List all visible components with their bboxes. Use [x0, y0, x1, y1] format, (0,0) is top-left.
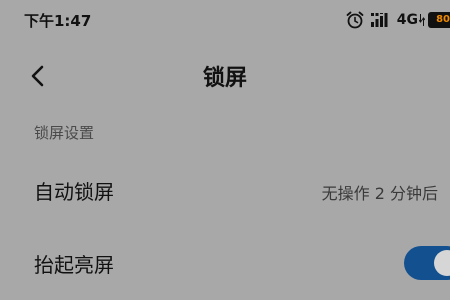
auto-lock-setting[interactable]: 自动锁屏 无操作 2 分钟后 [0, 163, 450, 219]
network-type-label: 4G [396, 12, 418, 28]
status-icons: 4G 80 [345, 9, 450, 31]
status-time: 下午1:47 [24, 12, 92, 30]
network-arrows-icon [419, 14, 425, 26]
page-header: 锁屏 [0, 52, 450, 98]
section-title: 锁屏设置 [34, 124, 95, 142]
auto-lock-value: 无操作 2 分钟后 [321, 184, 438, 203]
raise-to-wake-setting[interactable]: 抬起亮屏 [0, 236, 450, 292]
raise-to-wake-label: 抬起亮屏 [34, 253, 114, 277]
status-bar: 下午1:47 4G 80 [0, 0, 450, 40]
toggle-knob [434, 250, 450, 276]
lock-screen-settings-page: 下午1:47 4G 80 锁屏 锁屏设置 自动锁屏 无操作 2 分钟后 抬起亮屏 [0, 0, 450, 300]
signal-icon [370, 13, 388, 27]
battery-icon: 80 [428, 12, 450, 28]
page-title: 锁屏 [202, 66, 247, 91]
battery-level: 80 [436, 14, 450, 25]
auto-lock-label: 自动锁屏 [34, 180, 114, 204]
alarm-icon [346, 11, 364, 29]
raise-to-wake-toggle[interactable] [404, 246, 450, 280]
